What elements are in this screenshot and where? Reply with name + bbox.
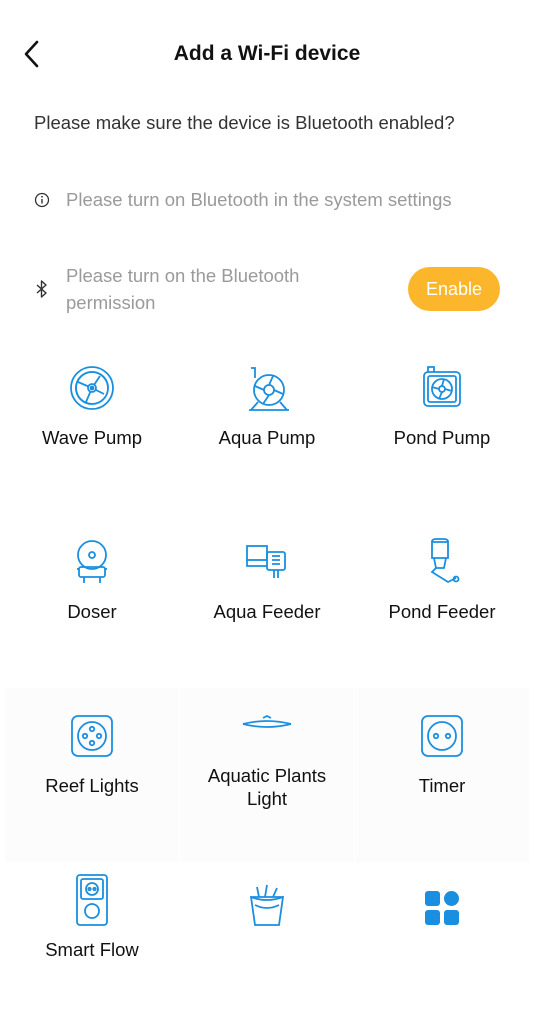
timer-icon	[355, 708, 529, 764]
device-wave-pump[interactable]: Wave Pump	[5, 340, 179, 514]
bluetooth-question: Please make sure the device is Bluetooth…	[34, 112, 455, 133]
bucket-icon	[180, 878, 354, 934]
device-label: Aqua Pump	[218, 427, 316, 448]
more-apps-icon	[355, 880, 529, 936]
wave-pump-icon	[5, 360, 179, 416]
bluetooth-permission-text: Please turn on the Bluetooth permission	[66, 265, 300, 313]
device-pond-feeder[interactable]: Pond Feeder	[355, 514, 529, 688]
info-text: Please turn on Bluetooth in the system s…	[66, 189, 452, 210]
device-doser[interactable]: Doser	[5, 514, 179, 688]
header: Add a Wi-Fi device	[0, 0, 534, 108]
smart-flow-icon	[5, 872, 179, 928]
info-row: Please turn on Bluetooth in the system s…	[34, 186, 500, 213]
aqua-feeder-icon	[180, 534, 354, 590]
device-aqua-feeder[interactable]: Aqua Feeder	[180, 514, 354, 688]
page-title: Add a Wi-Fi device	[173, 42, 361, 65]
aqua-pump-icon	[180, 360, 354, 416]
device-timer[interactable]: Timer	[355, 688, 529, 862]
aquatic-plants-light-icon	[180, 702, 354, 746]
reef-lights-icon	[5, 708, 179, 764]
device-label: Pond Feeder	[388, 601, 496, 622]
device-label: Reef Lights	[45, 775, 139, 796]
pond-feeder-icon	[355, 534, 529, 590]
device-reef-lights[interactable]: Reef Lights	[5, 688, 179, 862]
pond-pump-icon	[355, 360, 529, 416]
device-aqua-pump[interactable]: Aqua Pump	[180, 340, 354, 514]
device-pond-pump[interactable]: Pond Pump	[355, 340, 529, 514]
device-label: Wave Pump	[41, 427, 143, 448]
info-icon	[34, 192, 50, 208]
bluetooth-icon	[34, 280, 50, 298]
device-label: Aqua Feeder	[213, 601, 321, 622]
device-smart-flow[interactable]: Smart Flow	[5, 862, 179, 1036]
device-label: Timer	[418, 775, 466, 796]
doser-icon	[5, 534, 179, 590]
device-label: Aquatic Plants Light	[207, 765, 327, 809]
enable-button[interactable]: Enable	[408, 267, 500, 311]
device-more[interactable]	[355, 862, 529, 1036]
device-bucket[interactable]	[180, 862, 354, 1036]
device-label: Pond Pump	[393, 427, 491, 448]
device-label: Doser	[67, 601, 117, 622]
device-aquatic-plants-light[interactable]: Aquatic Plants Light	[180, 688, 354, 862]
